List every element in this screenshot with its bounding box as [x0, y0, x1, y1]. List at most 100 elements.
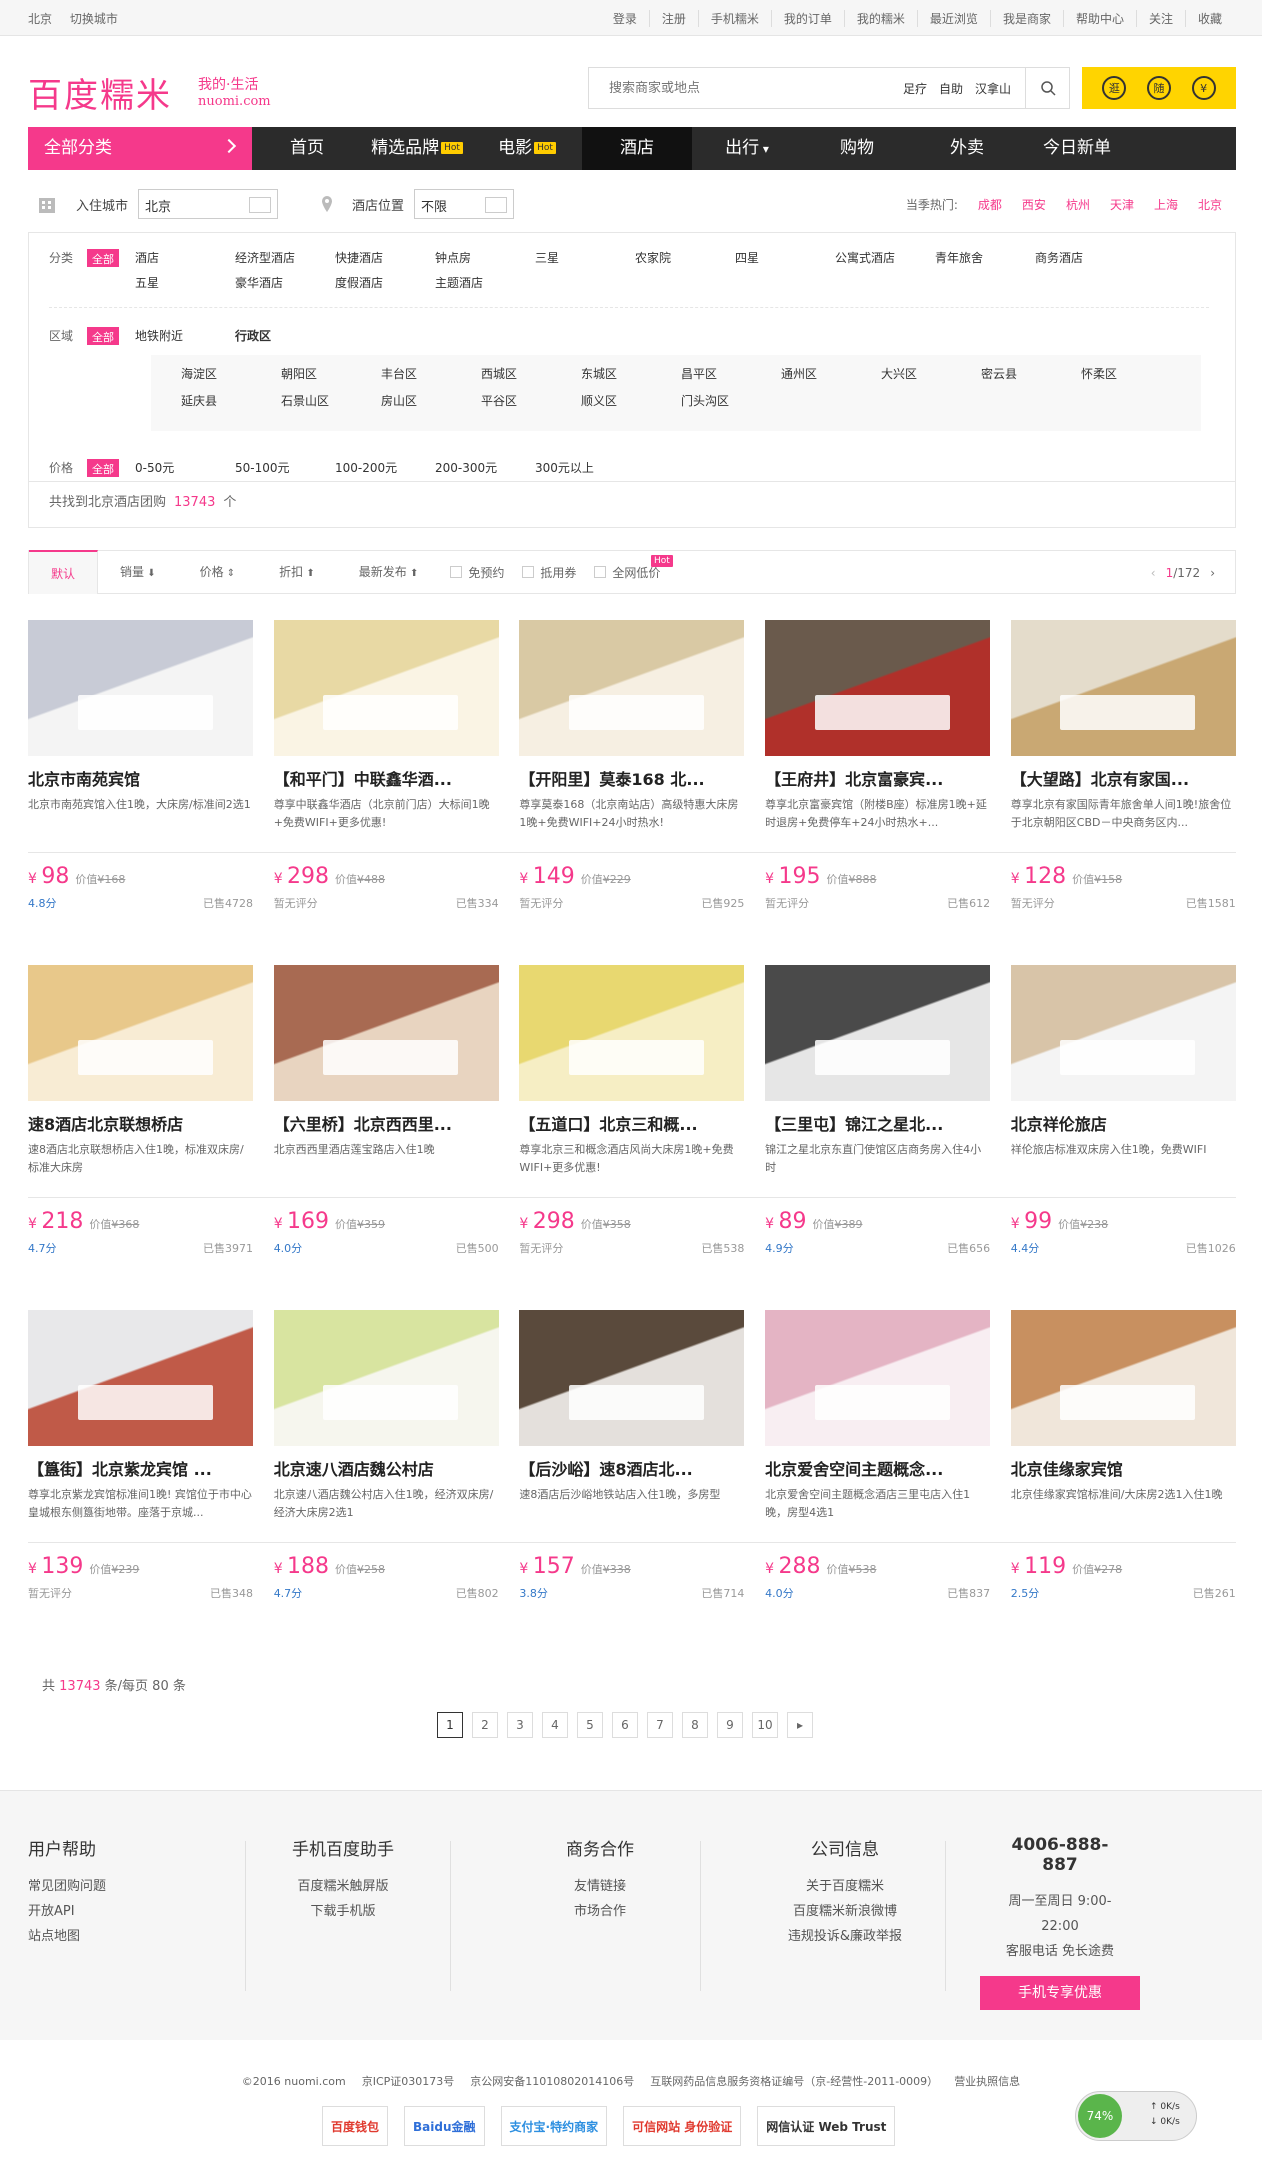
district-option[interactable]: 延庆县: [181, 392, 281, 409]
trust-badge[interactable]: 网信认证 Web Trust: [757, 2106, 896, 2146]
hotel-photo[interactable]: [273, 965, 499, 1101]
nav-item[interactable]: 首页: [252, 127, 362, 170]
promo-icon[interactable]: 随: [1146, 76, 1171, 100]
hotel-card[interactable]: 【和平门】中联鑫华酒... 尊享中联鑫华酒店（北京前门店）大标间1晚+免费WIFI…: [273, 620, 499, 920]
hotel-card[interactable]: 北京速八酒店魏公村店 北京速八酒店魏公村店入住1晚，经济双床房/经济大床房2选1 ¥…: [273, 1310, 499, 1610]
hot-city-link[interactable]: 上海: [1154, 196, 1178, 213]
top-link[interactable]: 我的订单: [770, 10, 844, 27]
page-button[interactable]: 8: [682, 1712, 708, 1738]
hot-city-link[interactable]: 杭州: [1066, 196, 1090, 213]
district-option[interactable]: 丰台区: [381, 365, 481, 382]
category-option[interactable]: 农家院: [635, 249, 735, 266]
category-option[interactable]: 商务酒店: [1035, 249, 1135, 266]
hot-city-link[interactable]: 北京: [1198, 196, 1222, 213]
hotel-title[interactable]: 北京爱舍空间主题概念...: [765, 1456, 990, 1480]
hot-city-link[interactable]: 成都: [978, 196, 1002, 213]
top-link[interactable]: 最近浏览: [916, 10, 990, 27]
hotel-photo[interactable]: [1010, 965, 1236, 1101]
nav-item[interactable]: 今日新单: [1022, 127, 1132, 170]
search-hot-tag[interactable]: 足疗: [903, 80, 927, 97]
hotel-card[interactable]: 北京佳缘家宾馆 北京佳缘家宾馆标准间/大床房2选1入住1晚 ¥ 119 价值¥278 2…: [1010, 1310, 1236, 1610]
category-option[interactable]: 公寓式酒店: [835, 249, 935, 266]
nav-item[interactable]: 电影 Hot: [472, 127, 582, 170]
district-option[interactable]: 密云县: [981, 365, 1081, 382]
top-link[interactable]: 关注: [1135, 10, 1185, 27]
area-tab-subway[interactable]: 地铁附近: [135, 327, 235, 345]
next-page-button[interactable]: ▸: [787, 1712, 813, 1738]
hotel-title[interactable]: 【三里屯】锦江之星北...: [765, 1111, 990, 1135]
top-link[interactable]: 登录: [601, 10, 649, 27]
district-option[interactable]: 怀柔区: [1081, 365, 1181, 382]
district-option[interactable]: 房山区: [381, 392, 481, 409]
category-option[interactable]: 度假酒店: [335, 274, 435, 291]
hotel-title[interactable]: 【六里桥】北京西西里...: [274, 1111, 499, 1135]
switch-city-link[interactable]: 切换城市: [70, 12, 118, 26]
hotel-photo[interactable]: [273, 620, 499, 756]
price-option[interactable]: 0-50元: [135, 459, 235, 476]
next-page-arrow-icon[interactable]: ›: [1210, 566, 1215, 580]
nav-item[interactable]: 精选品牌 Hot: [362, 127, 472, 170]
page-button[interactable]: 5: [577, 1712, 603, 1738]
hotel-title[interactable]: 【簋街】北京紫龙宾馆 ...: [28, 1456, 253, 1480]
copyright-item[interactable]: 营业执照信息: [954, 2075, 1020, 2088]
hotel-title[interactable]: 【五道口】北京三和概...: [519, 1111, 744, 1135]
hotel-title[interactable]: 北京速八酒店魏公村店: [274, 1456, 499, 1480]
top-link[interactable]: 帮助中心: [1062, 10, 1136, 27]
mobile-deal-button[interactable]: 手机专享优惠: [980, 1976, 1140, 2010]
footer-link[interactable]: 开放API: [28, 1899, 106, 1924]
hotel-photo[interactable]: [519, 1310, 745, 1446]
page-button[interactable]: 10: [752, 1712, 778, 1738]
page-button[interactable]: 7: [647, 1712, 673, 1738]
sort-option[interactable]: 折扣 ⬆: [257, 550, 337, 594]
current-city[interactable]: 北京: [28, 12, 52, 26]
district-option[interactable]: 门头沟区: [681, 392, 781, 409]
hotel-photo[interactable]: [273, 1310, 499, 1446]
trust-badge[interactable]: Baidu金融: [404, 2106, 485, 2146]
category-option[interactable]: 五星: [135, 274, 235, 291]
hot-city-link[interactable]: 西安: [1022, 196, 1046, 213]
category-option[interactable]: 经济型酒店: [235, 249, 335, 266]
category-all-tag[interactable]: 全部: [87, 249, 119, 267]
footer-link[interactable]: 常见团购问题: [28, 1874, 106, 1899]
promo-icon[interactable]: ¥: [1191, 76, 1216, 100]
hotel-card[interactable]: 【六里桥】北京西西里... 北京西西里酒店莲宝路店入住1晚 ¥ 169 价值¥359 4…: [273, 965, 499, 1265]
district-option[interactable]: 大兴区: [881, 365, 981, 382]
district-option[interactable]: 石景山区: [281, 392, 381, 409]
hotel-title[interactable]: 速8酒店北京联想桥店: [28, 1111, 253, 1135]
promo-icon[interactable]: 逛: [1102, 76, 1127, 100]
hotel-title[interactable]: 北京佳缘家宾馆: [1011, 1456, 1236, 1480]
hotel-card[interactable]: 北京爱舍空间主题概念... 北京爱舍空间主题概念酒店三里屯店入住1晚，房型4选1 ¥…: [765, 1310, 991, 1610]
hotel-card[interactable]: 【簋街】北京紫龙宾馆 ... 尊享北京紫龙宾馆标准间1晚! 宾馆位于市中心皇城根东…: [28, 1310, 253, 1610]
trust-badge[interactable]: 可信网站 身份验证: [623, 2106, 742, 2146]
district-option[interactable]: 顺义区: [581, 392, 681, 409]
all-categories-button[interactable]: 全部分类: [28, 127, 252, 170]
top-link[interactable]: 手机糯米: [697, 10, 771, 27]
category-option[interactable]: 三星: [535, 249, 635, 266]
nav-item[interactable]: 酒店: [582, 127, 692, 170]
price-option[interactable]: 50-100元: [235, 459, 335, 476]
footer-link[interactable]: 关于百度糯米: [780, 1874, 910, 1899]
district-option[interactable]: 海淀区: [181, 365, 281, 382]
hotel-title[interactable]: 【和平门】中联鑫华酒...: [274, 766, 499, 790]
hotel-card[interactable]: 【王府井】北京富豪宾... 尊享北京富豪宾馆（附楼B座）标准房1晚+延时退房+免费…: [765, 620, 991, 920]
page-button[interactable]: 9: [717, 1712, 743, 1738]
hotel-photo[interactable]: [28, 620, 253, 756]
hotel-card[interactable]: 速8酒店北京联想桥店 速8酒店北京联想桥店入住1晚，标准双床房/标准大床房 ¥ 21…: [28, 965, 253, 1265]
price-option[interactable]: 300元以上: [535, 459, 635, 476]
nav-item[interactable]: 外卖: [912, 127, 1022, 170]
district-option[interactable]: 平谷区: [481, 392, 581, 409]
top-link[interactable]: 我是商家: [989, 10, 1063, 27]
district-option[interactable]: 朝阳区: [281, 365, 381, 382]
footer-link[interactable]: 友情链接: [535, 1874, 665, 1899]
location-field[interactable]: 不限: [414, 189, 515, 219]
category-option[interactable]: 主题酒店: [435, 274, 535, 291]
price-all-tag[interactable]: 全部: [87, 459, 119, 477]
filter-checkbox[interactable]: 抵用券: [522, 564, 576, 581]
footer-link[interactable]: 违规投诉&廉政举报: [780, 1924, 910, 1949]
hotel-title[interactable]: 【开阳里】莫泰168 北...: [519, 766, 744, 790]
hotel-card[interactable]: 【后沙峪】速8酒店北... 速8酒店后沙峪地铁站店入住1晚，多房型 ¥ 157 价值¥…: [519, 1310, 745, 1610]
sort-option[interactable]: 价格 ⇕: [178, 550, 258, 594]
top-link[interactable]: 注册: [648, 10, 698, 27]
hotel-photo[interactable]: [765, 965, 991, 1101]
category-option[interactable]: 酒店: [135, 249, 235, 266]
